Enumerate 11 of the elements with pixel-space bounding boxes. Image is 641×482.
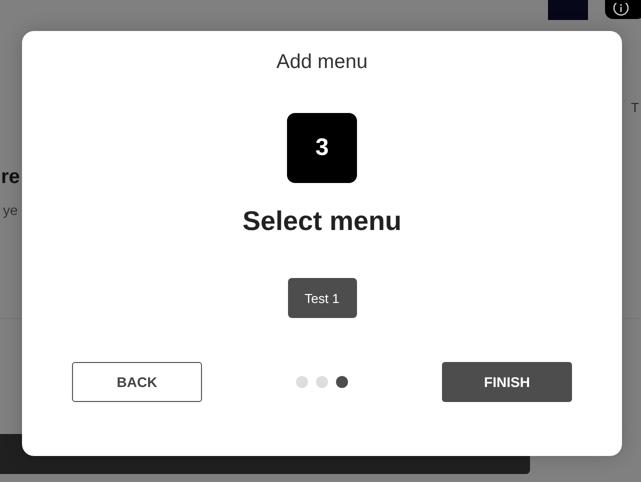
side-text: T [631, 100, 639, 115]
dialog-title: Add menu [276, 51, 368, 74]
step-heading: Select menu [242, 206, 402, 237]
finish-button[interactable]: FINISH [442, 362, 572, 402]
step-number: 3 [287, 113, 357, 183]
dark-tile [548, 0, 588, 20]
back-button[interactable]: BACK [72, 362, 202, 402]
page-heading: re [1, 166, 20, 189]
menu-option[interactable]: Test 1 [288, 278, 356, 318]
page-text: ye [3, 202, 18, 218]
info-icon [613, 2, 629, 16]
